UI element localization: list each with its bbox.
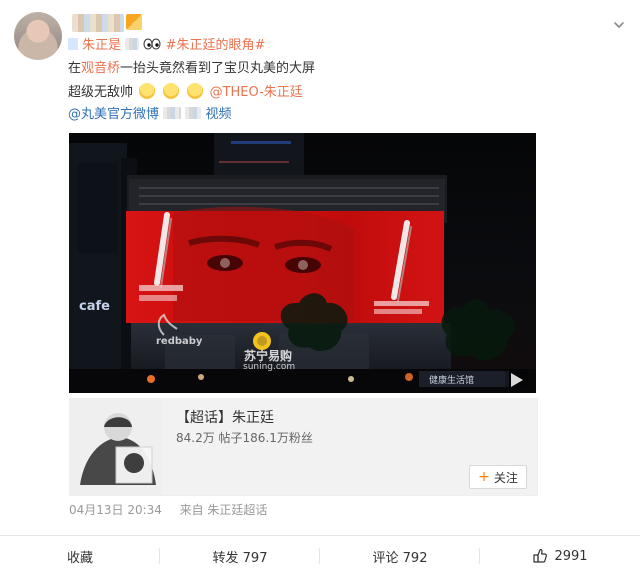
- plus-icon: +: [478, 468, 490, 485]
- smile-emoji-icon: [187, 83, 204, 99]
- favorite-label: 收藏: [66, 550, 93, 566]
- sign-right-shop: 健康生活馆: [429, 376, 475, 386]
- username-redacted[interactable]: [72, 14, 124, 32]
- post-text-part-1: 在: [68, 61, 82, 76]
- comment-action[interactable]: 评论 792: [320, 536, 480, 576]
- mention-link[interactable]: @THEO-朱正廷: [210, 85, 303, 100]
- post-text: 在观音桥一抬头竟然看到了宝贝丸美的大屏: [68, 61, 315, 76]
- avatar[interactable]: [14, 12, 62, 60]
- repost-action[interactable]: 转发 797: [160, 536, 320, 576]
- redacted-text: [185, 107, 202, 119]
- like-action[interactable]: 2991: [480, 536, 640, 576]
- post-image[interactable]: cafe redbaby 苏宁易购 suning.com 健康生活馆: [69, 133, 536, 393]
- building-scene: [69, 133, 536, 393]
- favorite-action[interactable]: 收藏: [0, 536, 160, 576]
- redacted-text: [68, 38, 78, 50]
- redacted-text: [125, 38, 140, 50]
- video-link[interactable]: 视频: [205, 107, 231, 122]
- follow-button[interactable]: + 关注: [469, 465, 527, 489]
- post-line-praise: 超级无敌帅 @THEO-朱正廷: [68, 83, 303, 102]
- topic-link[interactable]: #朱正廷的眼角#: [166, 38, 266, 53]
- verified-badge-icon: [126, 14, 142, 30]
- post-time[interactable]: 04月13日 20:34: [69, 503, 162, 517]
- chevron-down-icon: [614, 22, 624, 28]
- like-count: 2991: [554, 548, 588, 564]
- sign-suning-en: suning.com: [243, 362, 296, 372]
- post-line-mentions: @丸美官方微博 视频: [68, 106, 231, 124]
- sign-cafe: cafe: [79, 299, 110, 314]
- topic-card[interactable]: 【超话】朱正廷 84.2万 帖子186.1万粉丝 + 关注: [69, 398, 538, 496]
- comment-label: 评论 792: [372, 550, 428, 566]
- smile-emoji-icon: [139, 83, 156, 99]
- sign-redbaby: redbaby: [156, 336, 203, 347]
- post-actions: 收藏 转发 797 评论 792 2991: [0, 536, 640, 576]
- redacted-text: [163, 107, 182, 119]
- eyes-emoji-icon: [143, 38, 161, 50]
- praise-text: 超级无敌帅: [68, 85, 134, 100]
- location-link[interactable]: 观音桥: [81, 61, 120, 76]
- topic-link-partial[interactable]: 朱正是: [82, 38, 121, 53]
- smile-emoji-icon: [163, 83, 180, 99]
- topic-title[interactable]: 【超话】朱正廷: [176, 409, 274, 427]
- topic-thumbnail-image: [70, 399, 162, 495]
- post-line-text: 在观音桥一抬头竟然看到了宝贝丸美的大屏: [68, 60, 315, 78]
- post-source[interactable]: 来自 朱正廷超话: [180, 503, 268, 517]
- mention-link[interactable]: @丸美官方微博: [68, 107, 159, 122]
- topic-thumbnail[interactable]: [70, 399, 162, 495]
- topic-stats: 84.2万 帖子186.1万粉丝: [176, 431, 313, 445]
- more-options-button[interactable]: [610, 16, 628, 34]
- weibo-post-card: 朱正是 #朱正廷的眼角# 在观音桥一抬头竟然看到了宝贝丸美的大屏 超级无敌帅 @…: [0, 0, 640, 576]
- repost-label: 转发 797: [212, 550, 268, 566]
- post-meta: 04月13日 20:34 来自 朱正廷超话: [69, 502, 267, 518]
- post-line-topic: 朱正是 #朱正廷的眼角#: [68, 37, 265, 55]
- thumbs-up-icon: [533, 549, 548, 563]
- post-text-part-2: 一抬头竟然看到了宝贝丸美的大屏: [120, 61, 316, 76]
- video-play-icon[interactable]: [505, 369, 527, 387]
- follow-label: 关注: [493, 470, 518, 485]
